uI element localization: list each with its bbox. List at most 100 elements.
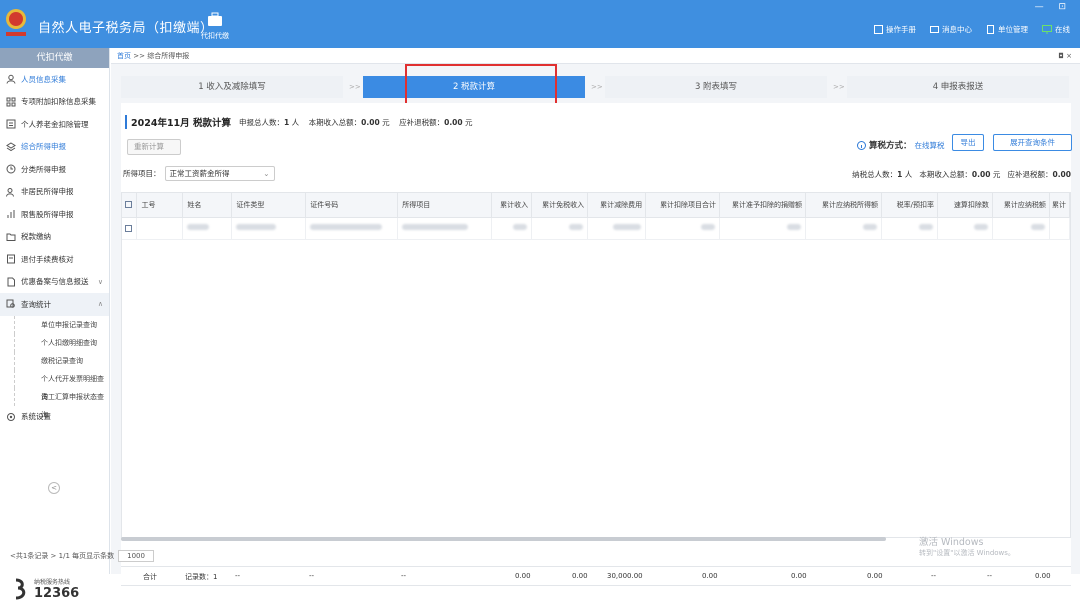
footer-taxable: 0.00 <box>867 572 883 580</box>
redacted-value <box>701 224 716 230</box>
expand-query-button[interactable]: 展开查询条件 <box>993 134 1072 151</box>
chevron-down-icon: ⌄ <box>263 169 270 178</box>
col-header[interactable]: 累计减除费用 <box>587 193 647 218</box>
tab-close-button[interactable]: ◘ × <box>1058 48 1072 64</box>
sidebar-header: 代扣代缴 <box>0 48 109 68</box>
doc-icon <box>7 254 15 264</box>
expand-arrow-icon: ∨ <box>97 277 103 286</box>
message-link[interactable]: 消息中心 <box>930 24 972 35</box>
sidebar-item[interactable]: 专项附加扣除信息采集 <box>0 91 109 114</box>
monitor-icon <box>1042 25 1052 34</box>
sidebar-item[interactable]: 税款缴纳 <box>0 226 109 249</box>
tool-withholding-button[interactable]: 代扣代缴 <box>196 12 234 41</box>
sidebar-collapse-button[interactable]: < <box>48 482 60 494</box>
col-header[interactable]: 证件类型 <box>231 193 307 218</box>
unit-manage-link[interactable]: 单位管理 <box>986 24 1028 35</box>
table-row[interactable] <box>122 217 1071 240</box>
grid-icon <box>6 97 16 107</box>
app-title: 自然人电子税务局（扣缴端） <box>38 21 214 36</box>
sidebar-item-label: 综合所得申报 <box>21 142 66 152</box>
person-icon <box>6 75 16 84</box>
online-status[interactable]: 在线 <box>1042 24 1070 35</box>
pager-text: <共1条记录 > 1/1 每页显示条数 <box>10 552 115 560</box>
sidebar-item[interactable]: 查询统计 ∧ <box>0 293 109 316</box>
col-header[interactable]: 累计扣除项目合计 <box>645 193 721 218</box>
sidebar-item[interactable]: 非居民所得申报 <box>0 181 109 204</box>
breadcrumb-sep: >> <box>133 52 145 60</box>
sidebar-item-label: 人员信息采集 <box>21 74 66 84</box>
col-header[interactable]: 速算扣除数 <box>937 193 993 218</box>
redacted-income-item <box>402 224 469 230</box>
col-header[interactable]: 工号 <box>136 193 184 218</box>
sidebar-menu: 人员信息采集专项附加扣除信息采集 个人养老金扣除管理 综合所得申报 分类所得申报 非居民… <box>0 68 109 316</box>
sidebar-item-label: 个人养老金扣除管理 <box>21 119 89 129</box>
sidebar-item[interactable]: 分类所得申报 <box>0 158 109 181</box>
row-checkbox[interactable] <box>125 224 132 232</box>
tool-label: 代扣代缴 <box>201 32 229 40</box>
briefcase-icon <box>208 12 222 26</box>
sidebar: 代扣代缴 人员信息采集专项附加扣除信息采集 个人养老金扣除管理 综合所得申报 分类所得… <box>0 48 110 601</box>
breadcrumb-current: 综合所得申报 <box>147 52 190 60</box>
search-doc-icon <box>6 299 15 309</box>
select-all-checkbox[interactable] <box>125 201 132 209</box>
col-header[interactable]: 累计应纳税所得额 <box>805 193 882 218</box>
sidebar-subitem[interactable]: 员工汇算申报状态查询 <box>14 387 109 419</box>
table-header-row: 工号 姓名 证件类型 证件号码 所得项目 累计收入 累计免税收入 累计减除费用 … <box>122 193 1071 218</box>
step-1[interactable]: 1 收入及减除填写 <box>121 76 343 98</box>
sidebar-item[interactable]: 综合所得申报 <box>0 136 109 159</box>
redacted-id-type <box>236 224 277 230</box>
col-header[interactable]: 证件号码 <box>305 193 399 218</box>
tax-method-value[interactable]: 在线算税 <box>915 140 945 151</box>
col-header[interactable]: 累计收入 <box>491 193 533 218</box>
filter-row: 所得项目： 正常工资薪金所得 ⌄ <box>123 166 275 181</box>
step-3[interactable]: 3 附表填写 <box>605 76 827 98</box>
sidebar-subitem[interactable]: 单位申报记录查询 <box>14 315 109 334</box>
pager: <共1条记录 > 1/1 每页显示条数 1000 <box>10 550 154 562</box>
sidebar-item-settings[interactable]: 系统设置 <box>0 406 109 429</box>
sidebar-item[interactable]: 个人养老金扣除管理 <box>0 113 109 136</box>
redacted-value <box>787 224 802 230</box>
sidebar-item-label: 分类所得申报 <box>21 164 66 174</box>
hotline-label: 纳税服务热线 <box>34 579 71 586</box>
hotline-number: 12366 <box>34 586 80 601</box>
table-footer-row: 合计 记录数：1 -- -- -- 0.00 0.00 30,000.00 0.… <box>121 566 1071 586</box>
step-4[interactable]: 4 申报表报送 <box>847 76 1069 98</box>
sidebar-subitem[interactable]: 缴税记录查询 <box>14 351 109 370</box>
manual-link[interactable]: 操作手册 <box>874 24 916 35</box>
step-sep: >> <box>833 83 845 91</box>
breadcrumb-home[interactable]: 首页 <box>117 52 131 60</box>
sidebar-item-label: 退付手续费核对 <box>21 254 74 264</box>
hotline-icon <box>15 578 26 600</box>
export-button[interactable]: 导出 <box>952 134 984 151</box>
summary: 申报总人数：1 人 本期收入总额：0.00 元 应补退税额：0.00 元 <box>239 118 473 127</box>
page-size-input[interactable]: 1000 <box>118 550 154 562</box>
info-icon <box>857 140 866 150</box>
col-header[interactable]: 累计准予扣除的捐赠额 <box>719 193 807 218</box>
footer-rate: -- <box>931 572 937 580</box>
redacted-value <box>918 224 933 230</box>
col-header[interactable]: 所得项目 <box>397 193 493 218</box>
sidebar-subitem[interactable]: 个人代开发票明细查询 <box>14 369 109 401</box>
horizontal-scrollbar[interactable] <box>121 537 886 541</box>
sidebar-item[interactable]: 退付手续费核对 <box>0 248 109 271</box>
sidebar-item-label: 专项附加扣除信息采集 <box>21 97 96 107</box>
window-controls[interactable]: — ⊡ <box>1035 2 1072 12</box>
period-title: 2024年11月 税款计算 <box>125 115 231 129</box>
sidebar-subitem[interactable]: 个人扣缴明细查询 <box>14 333 109 352</box>
activation-watermark: 激活 Windows 转到"设置"以激活 Windows。 <box>919 537 1015 557</box>
col-header[interactable]: 税率/预扣率 <box>881 193 938 218</box>
recalc-button[interactable]: 重新计算 <box>127 139 181 155</box>
col-header[interactable]: 姓名 <box>182 193 233 218</box>
col-header[interactable]: 累计 <box>1049 193 1071 218</box>
income-item-select[interactable]: 正常工资薪金所得 ⌄ <box>164 166 275 181</box>
file-icon <box>7 277 15 287</box>
col-header[interactable]: 累计应纳税额 <box>992 193 1050 218</box>
footer-income: 0.00 <box>515 572 531 580</box>
sidebar-item[interactable]: 限售股所得申报 <box>0 203 109 226</box>
sidebar-item[interactable]: 人员信息采集 <box>0 68 109 91</box>
col-header[interactable]: 累计免税收入 <box>531 193 589 218</box>
sidebar-item[interactable]: 优惠备案与信息报送 ∨ <box>0 271 109 294</box>
sidebar-item-label: 非居民所得申报 <box>21 187 74 197</box>
redacted-value <box>513 224 528 230</box>
redacted-value <box>613 224 642 230</box>
